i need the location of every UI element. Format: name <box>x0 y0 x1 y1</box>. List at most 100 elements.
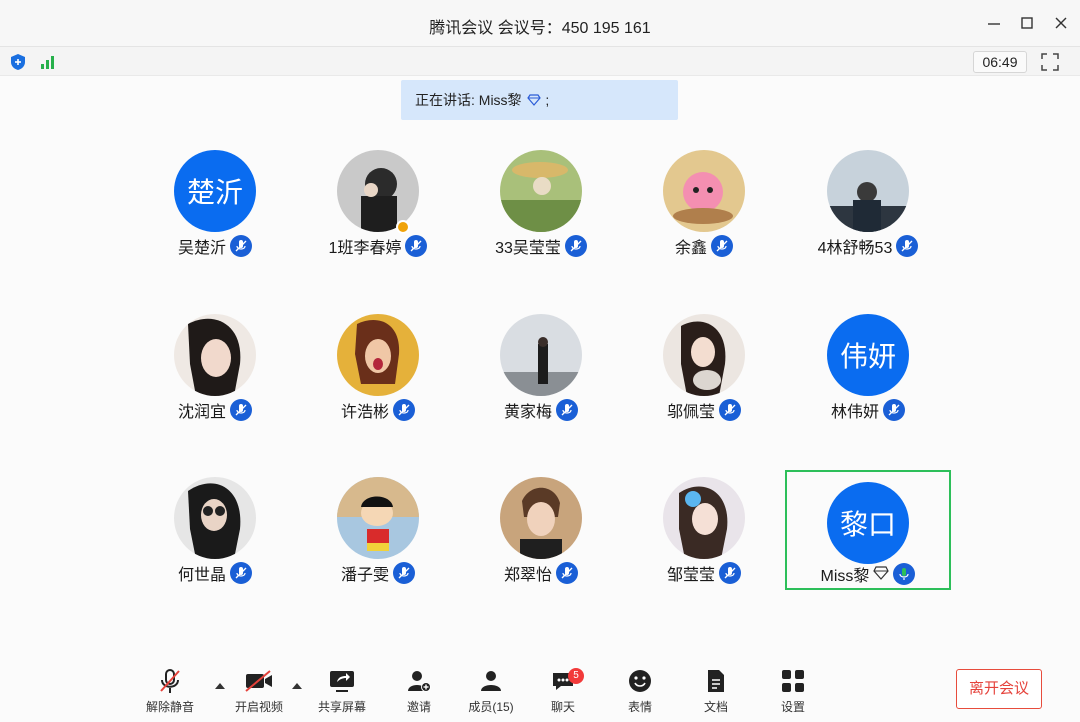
docs-button[interactable]: 文档 <box>681 666 751 718</box>
close-button[interactable] <box>1050 12 1072 34</box>
mic-muted-icon <box>556 562 578 584</box>
mic-muted-icon <box>719 562 741 584</box>
participant-tile[interactable]: 伟妍 林伟妍 <box>785 314 951 434</box>
gallery-view: 正在讲话: Miss黎 ; 楚沂 吴楚沂 1班李春婷 33吴莹莹 余鑫 4林舒畅… <box>0 76 1080 662</box>
share-screen-button[interactable]: 共享屏幕 <box>307 666 377 718</box>
participant-name: 林伟妍 <box>830 404 879 421</box>
host-badge-icon <box>396 220 410 234</box>
meeting-toolbar: 解除静音 开启视频 共享屏幕 邀请 成员(15) 5 聊天 表情 文档 设置 离… <box>0 662 1080 722</box>
apps-grid-icon <box>758 666 828 696</box>
avatar: 伟妍 <box>827 314 909 396</box>
settings-button[interactable]: 设置 <box>758 666 828 718</box>
chat-button[interactable]: 5 聊天 <box>528 666 598 718</box>
mic-off-icon <box>135 666 205 696</box>
title-bar: 腾讯会议 会议号：450 195 161 <box>0 0 1080 46</box>
avatar-initials: 伟妍 <box>827 314 909 396</box>
participant-name: 许浩彬 <box>340 404 389 421</box>
document-icon <box>681 666 751 696</box>
settings-label: 设置 <box>780 700 805 714</box>
avatar-photo <box>174 314 256 396</box>
mic-on-icon <box>893 563 916 585</box>
members-label: 成员(15) <box>468 700 514 714</box>
participant-name: 郑翠怡 <box>503 567 552 584</box>
leave-meeting-button[interactable]: 离开会议 <box>956 669 1042 709</box>
start-video-label: 开启视频 <box>234 700 283 714</box>
mic-muted-icon <box>393 562 415 584</box>
chat-label: 聊天 <box>550 700 575 714</box>
participant-tile[interactable]: 余鑫 <box>621 150 787 270</box>
video-options-caret-icon[interactable] <box>291 678 303 689</box>
participant-tile[interactable]: 33吴莹莹 <box>458 150 624 270</box>
close-icon <box>1055 17 1067 29</box>
mic-muted-icon <box>230 399 252 421</box>
participant-name: 沈润宜 <box>177 404 226 421</box>
fullscreen-icon[interactable] <box>1040 52 1062 72</box>
mic-muted-icon <box>230 562 252 584</box>
unread-count-badge: 5 <box>568 668 584 684</box>
mic-muted-icon <box>564 235 587 257</box>
participant-tile[interactable]: 潘子雯 <box>295 477 461 597</box>
members-icon <box>456 666 526 696</box>
mic-muted-icon <box>556 399 578 421</box>
start-video-button[interactable]: 开启视频 <box>224 666 294 718</box>
participant-name: 何世晶 <box>177 567 226 584</box>
participant-tile[interactable]: 何世晶 <box>132 477 298 597</box>
minimize-icon <box>988 23 1000 25</box>
security-shield-icon[interactable] <box>7 52 29 72</box>
avatar-photo <box>500 150 582 232</box>
participant-name: 1班李春婷 <box>328 240 402 257</box>
avatar-initials: 楚沂 <box>174 150 256 232</box>
mic-muted-icon <box>230 235 252 257</box>
participant-tile[interactable]: 郑翠怡 <box>458 477 624 597</box>
reactions-button[interactable]: 表情 <box>605 666 675 718</box>
participant-name: 吴楚沂 <box>177 240 226 257</box>
avatar-photo <box>337 150 419 232</box>
participant-name: 4林舒畅53 <box>817 240 893 257</box>
minimize-button[interactable] <box>983 12 1005 34</box>
avatar-photo <box>500 477 582 559</box>
participant-tile[interactable]: 黄家梅 <box>458 314 624 434</box>
maximize-icon <box>1021 17 1033 29</box>
mic-muted-icon <box>719 399 741 421</box>
docs-label: 文档 <box>703 700 728 714</box>
participant-tile[interactable]: 1班李春婷 <box>295 150 461 270</box>
participant-tile[interactable]: 许浩彬 <box>295 314 461 434</box>
avatar: 黎口 <box>827 482 909 564</box>
share-screen-label: 共享屏幕 <box>317 700 366 714</box>
mic-muted-icon <box>896 235 919 257</box>
speaking-name: Miss黎 <box>478 92 522 108</box>
signal-strength-icon[interactable] <box>37 52 59 72</box>
avatar-photo <box>663 477 745 559</box>
participant-tile[interactable]: 4林舒畅53 <box>785 150 951 270</box>
mic-muted-icon <box>711 235 733 257</box>
invite-label: 邀请 <box>406 700 431 714</box>
avatar-photo <box>663 150 745 232</box>
members-button[interactable]: 成员(15) <box>456 666 526 718</box>
participant-tile[interactable]: 邹莹莹 <box>621 477 787 597</box>
invite-button[interactable]: 邀请 <box>384 666 454 718</box>
participant-name: 33吴莹莹 <box>495 240 561 257</box>
avatar-photo <box>337 314 419 396</box>
status-bar: 06:49 <box>0 46 1080 76</box>
share-screen-icon <box>307 666 377 696</box>
smiley-icon <box>605 666 675 696</box>
avatar: 楚沂 <box>174 150 256 232</box>
camera-off-icon <box>224 666 294 696</box>
participant-tile-active-speaker[interactable]: 黎口 Miss黎 <box>785 470 951 590</box>
participant-tile[interactable]: 楚沂 吴楚沂 <box>132 150 298 270</box>
avatar-photo <box>663 314 745 396</box>
unmute-button[interactable]: 解除静音 <box>135 666 205 718</box>
avatar-initials: 黎口 <box>827 482 909 564</box>
reactions-label: 表情 <box>627 700 652 714</box>
participant-name: 潘子雯 <box>340 567 389 584</box>
maximize-button[interactable] <box>1016 12 1038 34</box>
add-user-icon <box>384 666 454 696</box>
chat-icon <box>528 666 598 696</box>
participant-tile[interactable]: 邬佩莹 <box>621 314 787 434</box>
diamond-icon <box>524 92 546 108</box>
speaking-prefix: 正在讲话: <box>415 92 479 108</box>
speaking-suffix: ; <box>545 92 550 108</box>
participant-tile[interactable]: 沈润宜 <box>132 314 298 434</box>
participant-name: 邹莹莹 <box>666 567 715 584</box>
participant-name: 黄家梅 <box>503 404 552 421</box>
